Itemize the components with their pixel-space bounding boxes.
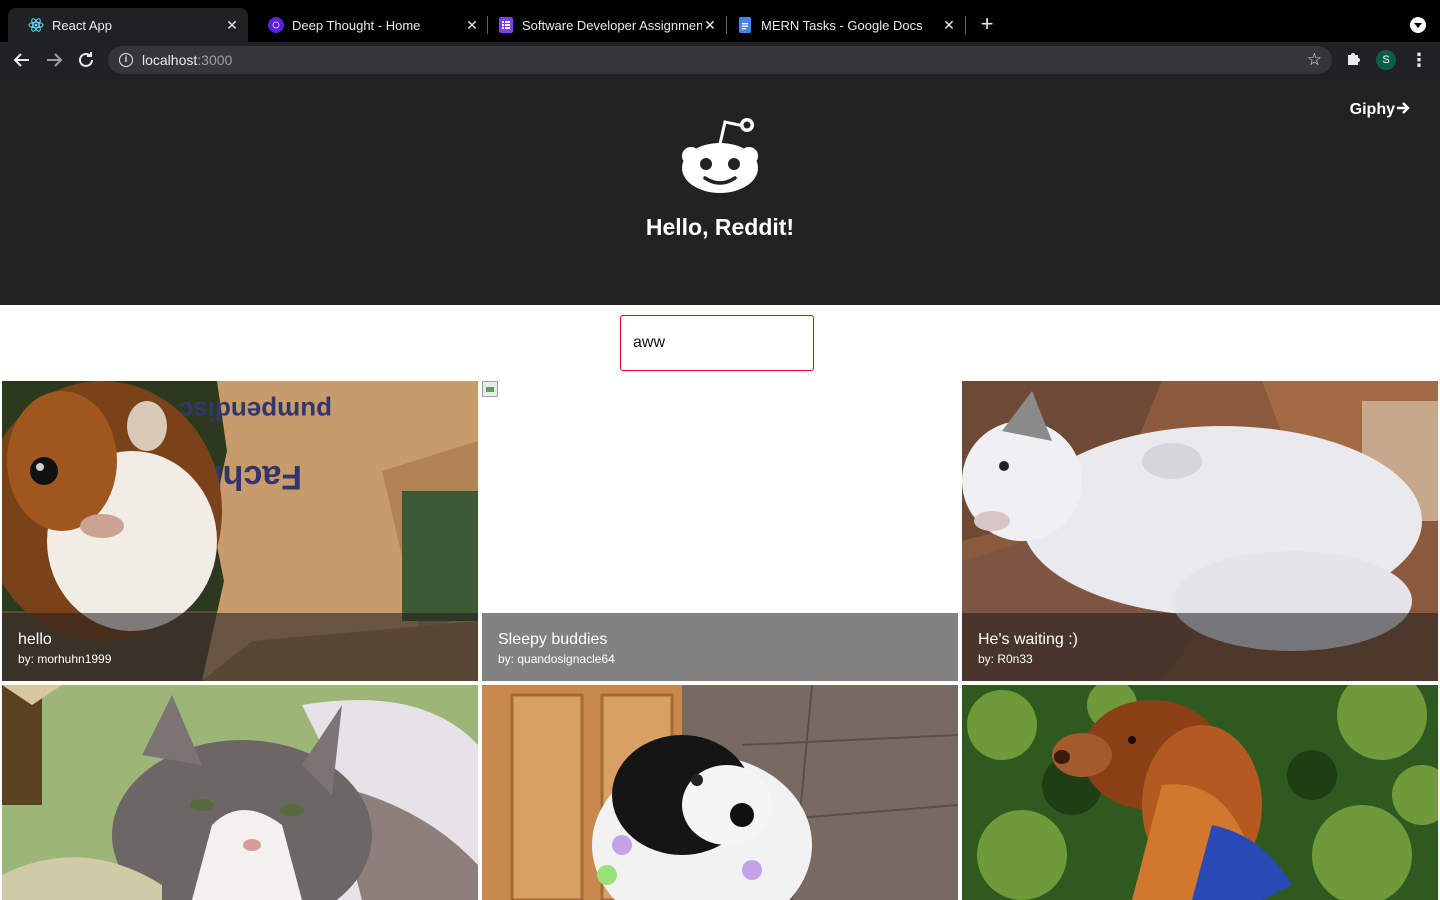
browser-tab-strip: React App ✕ Deep Thought - Home ✕ Softwa… <box>0 0 1440 42</box>
tab-close-icon[interactable]: ✕ <box>941 17 957 33</box>
url-host: localhost <box>142 52 198 68</box>
page-header: Giphy Hello, Reddit! <box>0 78 1440 305</box>
subreddit-search-input[interactable] <box>620 315 814 371</box>
tab-title: Deep Thought - Home <box>292 17 421 33</box>
post-card[interactable] <box>2 685 478 900</box>
extensions-puzzle-icon[interactable] <box>1345 50 1363 68</box>
react-icon <box>28 17 44 33</box>
post-title: hello <box>18 631 52 648</box>
reload-icon[interactable] <box>74 48 98 72</box>
tab-title: React App <box>52 17 112 33</box>
post-card[interactable]: Sleepy buddies by: quandosignacle64 <box>482 381 958 681</box>
bookmark-star-icon[interactable]: ☆ <box>1307 50 1322 70</box>
post-card[interactable] <box>482 685 958 900</box>
browser-tab-mern-tasks[interactable]: MERN Tasks - Google Docs ✕ <box>717 8 965 42</box>
site-info-icon[interactable]: i <box>119 53 133 67</box>
post-author: by: R0n33 <box>978 652 1033 666</box>
giphy-label: Giphy <box>1349 101 1395 118</box>
giphy-link[interactable]: Giphy <box>1350 100 1410 120</box>
post-author: by: quandosignacle64 <box>498 652 615 666</box>
browser-toolbar: i localhost:3000 ☆ <box>0 42 1440 78</box>
chrome-menu-icon[interactable]: ⋮ <box>1410 49 1428 71</box>
post-title: Sleepy buddies <box>498 631 608 648</box>
post-image-golden-dog <box>962 685 1438 900</box>
page-title: Hello, Reddit! <box>645 214 795 240</box>
tab-title: Software Developer Assignmen <box>522 17 702 33</box>
post-caption: hello by: morhuhn1999 <box>2 613 478 681</box>
tab-title: MERN Tasks - Google Docs <box>761 17 923 33</box>
post-card[interactable]: pumpendisc Fachh hello by: morhuhn1999 <box>2 381 478 681</box>
post-card[interactable]: He's waiting :) by: R0n33 <box>962 381 1438 681</box>
reddit-alien-icon <box>678 116 762 194</box>
arrow-right-icon <box>1396 100 1410 120</box>
url-text: localhost:3000 <box>142 52 232 68</box>
post-caption: He's waiting :) by: R0n33 <box>962 613 1438 681</box>
profile-avatar[interactable]: S <box>1376 50 1396 70</box>
post-card[interactable] <box>962 685 1438 900</box>
broken-image-icon <box>482 381 498 397</box>
tab-separator <box>965 16 966 34</box>
post-author: by: morhuhn1999 <box>18 652 112 666</box>
url-port: :3000 <box>197 52 233 68</box>
address-bar[interactable]: i localhost:3000 ☆ <box>108 46 1332 74</box>
docs-icon <box>737 17 753 33</box>
post-image-collie <box>482 685 958 900</box>
svg-text:pumpendisc: pumpendisc <box>179 396 332 426</box>
forward-arrow-icon[interactable] <box>42 48 66 72</box>
post-image-cat <box>2 685 478 900</box>
browser-tab-deep-thought[interactable]: Deep Thought - Home ✕ <box>248 8 488 42</box>
deep-thought-icon <box>268 17 284 33</box>
back-arrow-icon[interactable] <box>10 48 34 72</box>
post-caption: Sleepy buddies by: quandosignacle64 <box>482 613 958 681</box>
new-tab-button[interactable]: + <box>976 13 998 36</box>
tab-close-icon[interactable]: ✕ <box>702 17 718 33</box>
tab-close-icon[interactable]: ✕ <box>224 17 240 33</box>
browser-tab-software-developer[interactable]: Software Developer Assignmen ✕ <box>478 8 726 42</box>
forms-icon <box>498 17 514 33</box>
browser-tab-react-app[interactable]: React App ✕ <box>8 8 248 42</box>
post-title: He's waiting :) <box>978 631 1078 648</box>
tab-search-icon[interactable] <box>1410 17 1426 33</box>
